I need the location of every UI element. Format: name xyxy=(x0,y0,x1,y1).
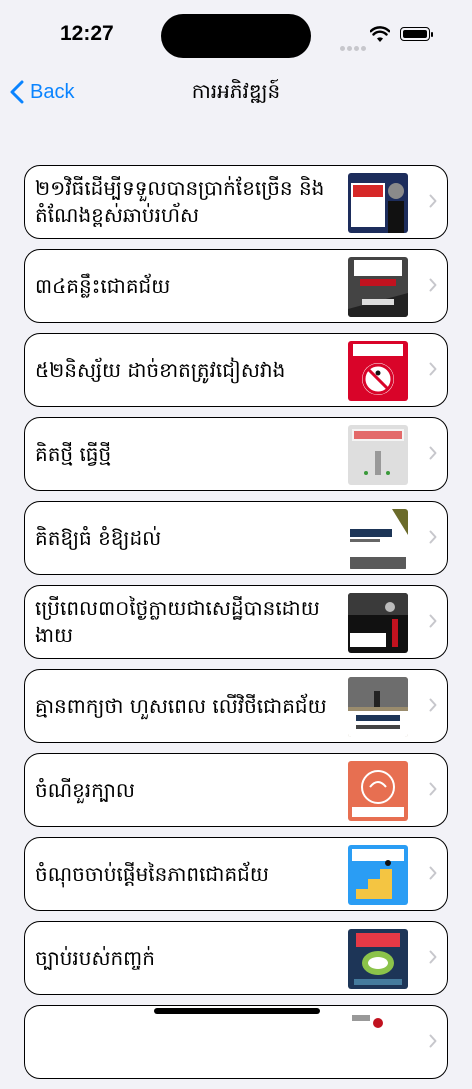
chevron-right-icon xyxy=(429,698,437,712)
book-cover-thumbnail xyxy=(348,425,408,485)
cellular-signal-icon xyxy=(340,36,368,55)
list-item[interactable]: គ្មានពាក្យថា ហួសពេល លើវិថីជោគជ័យ xyxy=(24,669,448,743)
list-item[interactable]: គិតថ្មី ធ្វើថ្មី xyxy=(24,417,448,491)
back-label: Back xyxy=(30,80,75,103)
list-item[interactable]: ច្បាប់របស់កញ្ចក់ xyxy=(24,921,448,995)
book-cover-thumbnail xyxy=(348,761,408,821)
chevron-right-icon xyxy=(429,446,437,460)
book-cover-thumbnail xyxy=(348,593,408,653)
book-cover-thumbnail xyxy=(348,341,408,401)
chevron-right-icon xyxy=(429,530,437,544)
list-item-label: ២១វិធីដើម្បីទទួលបានប្រាក់ខែច្រើន និងតំណែ… xyxy=(35,176,325,227)
list-item-label xyxy=(35,1014,337,1070)
chevron-right-icon xyxy=(429,1034,437,1048)
list-item[interactable]: ចំណុចចាប់ផ្ដើមនៃភាពជោគជ័យ xyxy=(24,837,448,911)
list-item-label: គិតថ្មី ធ្វើថ្មី xyxy=(35,441,112,466)
navigation-bar: Back ការអភិវឌ្ឍន៍ xyxy=(0,70,472,114)
list-item[interactable]: ២១វិធីដើម្បីទទួលបានប្រាក់ខែច្រើន និងតំណែ… xyxy=(24,165,448,239)
chevron-right-icon xyxy=(429,194,437,208)
chevron-right-icon xyxy=(429,278,437,292)
list-item[interactable]: ចំណីខួរក្បាល xyxy=(24,753,448,827)
book-cover-thumbnail xyxy=(348,173,408,233)
book-cover-thumbnail xyxy=(348,509,408,569)
list-item-label: ចំណីខួរក្បាល xyxy=(35,777,135,802)
status-bar: 12:27 xyxy=(0,0,472,70)
chevron-right-icon xyxy=(429,362,437,376)
chevron-right-icon xyxy=(429,782,437,796)
status-time: 12:27 xyxy=(60,22,114,45)
chevron-right-icon xyxy=(429,614,437,628)
list-item-label: គិតឱ្យធំ ខំឱ្យដល់ xyxy=(35,525,162,550)
book-cover-thumbnail xyxy=(348,257,408,317)
chevron-right-icon xyxy=(429,866,437,880)
wifi-icon xyxy=(370,26,390,42)
book-cover-thumbnail xyxy=(348,929,408,989)
list-item-label: ចំណុចចាប់ផ្ដើមនៃភាពជោគជ័យ xyxy=(35,861,269,886)
list-item-label: ៥២និស្ស័យ ដាច់ខាតត្រូវជៀសវាង xyxy=(35,357,286,382)
battery-icon xyxy=(400,27,433,41)
book-list: ២១វិធីដើម្បីទទួលបានប្រាក់ខែច្រើន និងតំណែ… xyxy=(24,165,448,1089)
list-item-label: ៣៤គន្លឹះជោគជ័យ xyxy=(35,273,171,298)
list-item[interactable]: ៣៤គន្លឹះជោគជ័យ xyxy=(24,249,448,323)
page-title: ការអភិវឌ្ឍន៍ xyxy=(191,79,281,103)
book-cover-thumbnail xyxy=(348,1013,408,1073)
list-item-label: គ្មានពាក្យថា ហួសពេល លើវិថីជោគជ័យ xyxy=(35,693,327,718)
chevron-right-icon xyxy=(429,950,437,964)
dynamic-island xyxy=(161,14,311,58)
list-item-label: ច្បាប់របស់កញ្ចក់ xyxy=(35,945,155,970)
list-item[interactable]: គិតឱ្យធំ ខំឱ្យដល់ xyxy=(24,501,448,575)
chevron-left-icon xyxy=(10,80,24,104)
book-cover-thumbnail xyxy=(348,677,408,737)
list-item[interactable] xyxy=(24,1005,448,1079)
list-item[interactable]: ៥២និស្ស័យ ដាច់ខាតត្រូវជៀសវាង xyxy=(24,333,448,407)
list-item[interactable]: ប្រើពេល៣០ថ្ងៃក្លាយជាសេដ្ឋីបានដោយងាយ xyxy=(24,585,448,659)
list-item-label: ប្រើពេល៣០ថ្ងៃក្លាយជាសេដ្ឋីបានដោយងាយ xyxy=(35,596,320,647)
home-indicator[interactable] xyxy=(154,1008,320,1014)
book-cover-thumbnail xyxy=(348,845,408,905)
back-button[interactable]: Back xyxy=(10,78,74,106)
